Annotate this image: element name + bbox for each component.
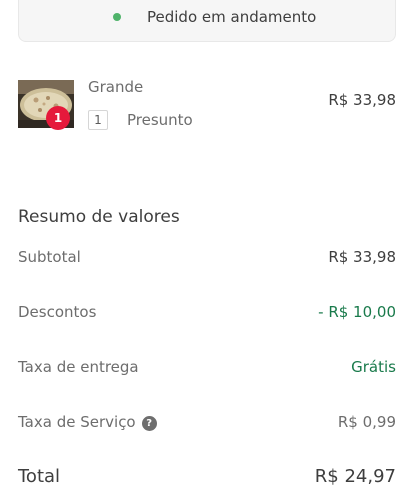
item-quantity-badge: 1 xyxy=(46,106,70,130)
service-fee-value: R$ 0,99 xyxy=(337,413,396,431)
total-value: R$ 24,97 xyxy=(314,466,396,487)
service-fee-label: Taxa de Serviço xyxy=(18,413,136,431)
order-status-bar: Pedido em andamento xyxy=(18,0,396,42)
item-price: R$ 33,98 xyxy=(328,91,396,109)
discount-label: Descontos xyxy=(18,303,97,321)
order-status-text: Pedido em andamento xyxy=(147,8,317,26)
total-label: Total xyxy=(18,466,61,487)
delivery-fee-value: Grátis xyxy=(351,358,396,376)
status-dot-icon xyxy=(113,13,121,21)
subtotal-value: R$ 33,98 xyxy=(328,248,396,266)
option-quantity: 1 xyxy=(88,110,108,130)
discount-value: - R$ 10,00 xyxy=(318,303,396,321)
service-fee-row-label: Taxa de Serviço? xyxy=(18,413,157,431)
item-name: Grande xyxy=(88,78,144,96)
help-icon[interactable]: ? xyxy=(141,416,157,431)
subtotal-label: Subtotal xyxy=(18,248,81,266)
option-name: Presunto xyxy=(127,111,193,129)
summary-title: Resumo de valores xyxy=(18,207,180,227)
delivery-fee-label: Taxa de entrega xyxy=(18,358,139,376)
